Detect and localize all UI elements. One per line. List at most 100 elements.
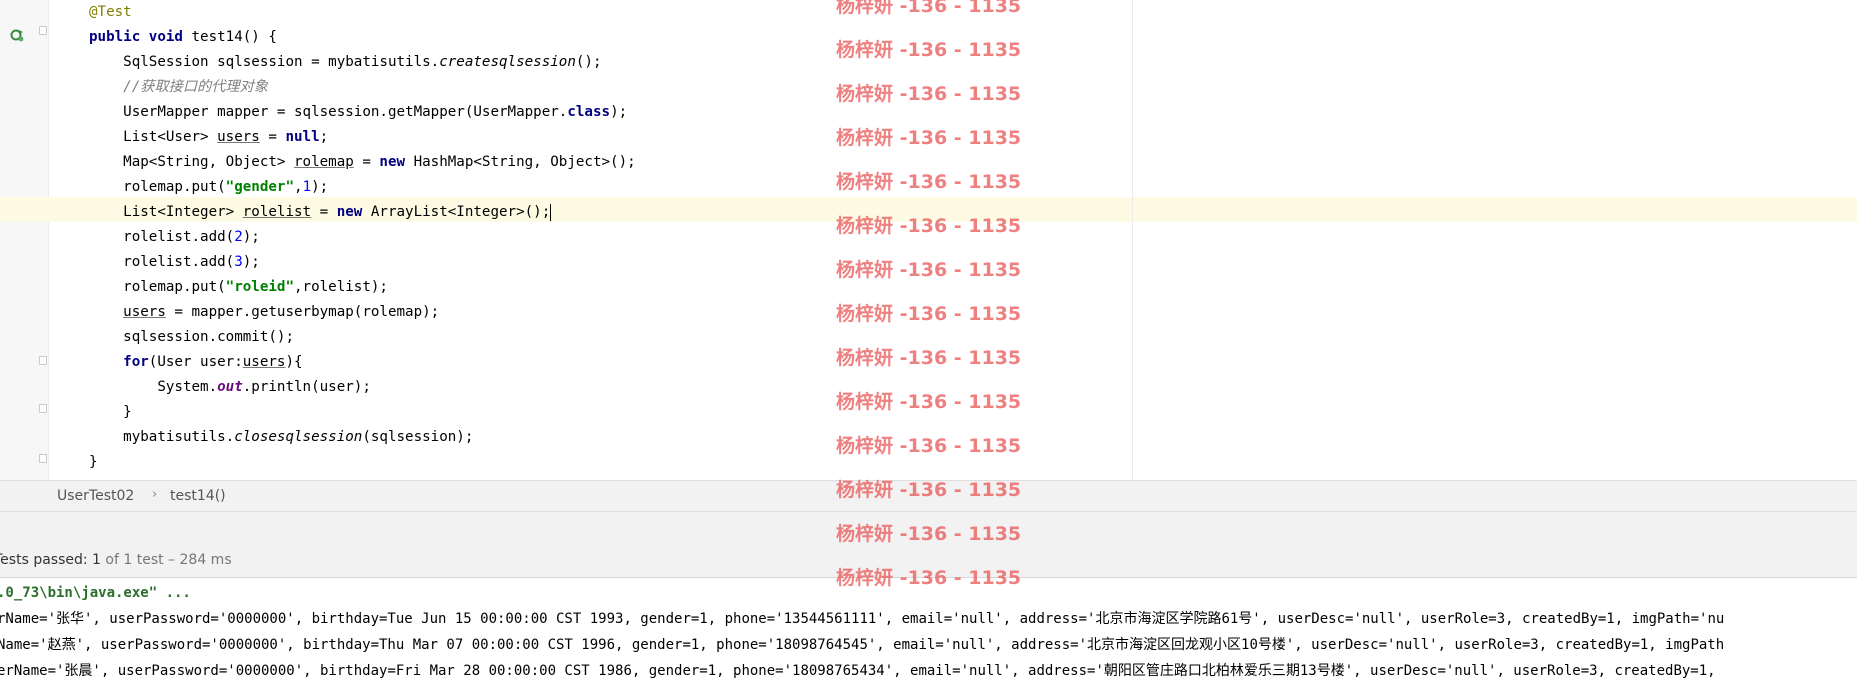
code-token: (User user: [148, 354, 243, 370]
code-token: ); [242, 254, 260, 270]
code-token: out [217, 379, 243, 395]
code-token: users [242, 354, 286, 370]
code-token: closesqlsession [234, 429, 363, 445]
console-line: erName='张晨', userPassword='0000000', bir… [0, 663, 1725, 679]
code-token: 1 [302, 179, 312, 195]
code-line[interactable]: //获取接口的代理对象 [89, 75, 268, 100]
code-token: (sqlsession); [362, 429, 474, 445]
breadcrumb: UserTest02 › test14() [0, 480, 1857, 512]
code-token: users [123, 304, 166, 320]
code-line[interactable]: Map<String, Object> rolemap = new HashMa… [89, 150, 636, 175]
fold-marker-icon[interactable] [39, 454, 47, 463]
console-output[interactable]: .0_73\bin\java.exe" ... rName='张华', user… [0, 578, 1857, 689]
code-token: .println(user); [242, 379, 371, 395]
code-token: ); [311, 179, 329, 195]
code-token: rolemap.put( [89, 279, 226, 295]
console-command-line: .0_73\bin\java.exe" ... [0, 585, 191, 601]
code-line[interactable]: rolemap.put("gender",1); [89, 175, 328, 200]
code-line[interactable]: users = mapper.getuserbymap(rolemap); [89, 300, 439, 325]
editor-gutter [0, 0, 49, 480]
code-line[interactable]: List<User> users = null; [89, 125, 328, 150]
tests-status: Tests passed: 1 of 1 test – 284 ms [0, 552, 232, 568]
code-token: SqlSession sqlsession = mybatisutils. [89, 54, 440, 70]
text-caret [550, 203, 552, 221]
code-token: mybatisutils. [89, 429, 235, 445]
fold-marker-icon[interactable] [39, 26, 47, 35]
code-line[interactable]: @Test [89, 0, 132, 25]
code-line[interactable]: } [89, 400, 132, 425]
code-token: List<Integer> [89, 204, 243, 220]
code-token: new [379, 154, 406, 170]
code-token: 2 [234, 229, 243, 245]
code-token: = [311, 204, 337, 220]
code-token: void [148, 29, 183, 45]
code-token: Map<String, Object> [89, 154, 294, 170]
code-token: ArrayList<Integer>(); [362, 204, 551, 220]
code-line[interactable]: public void test14() { [89, 25, 277, 50]
code-token: test14() { [182, 29, 277, 45]
code-token: sqlsession.commit(); [89, 329, 294, 345]
code-token: rolelist [242, 204, 312, 220]
code-token: ,rolelist); [294, 279, 388, 295]
fold-marker-icon[interactable] [39, 356, 47, 365]
code-token: users [217, 129, 260, 145]
code-line[interactable]: } [89, 450, 98, 475]
code-token: ){ [285, 354, 303, 370]
code-token: "gender" [225, 179, 295, 195]
code-token: UserMapper mapper = sqlsession.getMapper… [89, 104, 568, 120]
code-token: createsqlsession [439, 54, 576, 70]
run-panel: Tests passed: 1 of 1 test – 284 ms [0, 512, 1857, 578]
code-token: new [336, 204, 363, 220]
code-token: = [353, 154, 380, 170]
rerun-test-icon[interactable] [10, 28, 24, 42]
breadcrumb-separator: › [152, 487, 158, 502]
code-token: } [89, 404, 132, 420]
code-line[interactable]: rolemap.put("roleid",rolelist); [89, 275, 388, 300]
code-line[interactable]: for(User user:users){ [89, 350, 303, 375]
code-token: public [89, 29, 141, 45]
code-token: List<User> [89, 129, 218, 145]
code-token: System. [89, 379, 218, 395]
console-line: Name='赵燕', userPassword='0000000', birth… [0, 637, 1725, 653]
code-token: @Test [89, 4, 132, 20]
code-token: rolelist.add( [89, 229, 235, 245]
code-token: "roleid" [225, 279, 295, 295]
console-line: rName='张华', userPassword='0000000', birt… [0, 611, 1725, 627]
code-token: null [285, 129, 320, 145]
code-line[interactable]: System.out.println(user); [89, 375, 371, 400]
code-token: HashMap<String, Object>(); [405, 154, 636, 170]
code-line[interactable]: SqlSession sqlsession = mybatisutils.cre… [89, 50, 602, 75]
code-token: ; [319, 129, 329, 145]
breadcrumb-class[interactable]: UserTest02 [57, 488, 134, 504]
code-token: ); [242, 229, 260, 245]
code-editor[interactable]: @Test public void test14() { SqlSession s… [0, 0, 1857, 480]
code-token: (); [575, 54, 602, 70]
code-line[interactable]: mybatisutils.closesqlsession(sqlsession)… [89, 425, 473, 450]
tests-passed-count: 1 [92, 552, 101, 568]
tests-status-suffix: of 1 test – 284 ms [100, 552, 232, 568]
code-line[interactable]: List<Integer> rolelist = new ArrayList<I… [89, 200, 552, 225]
code-line[interactable]: UserMapper mapper = sqlsession.getMapper… [89, 100, 627, 125]
code-token: for [123, 354, 149, 370]
code-line[interactable]: rolelist.add(3); [89, 250, 260, 275]
code-token: rolemap.put( [89, 179, 226, 195]
right-margin-guide [1132, 0, 1133, 480]
code-token: = mapper.getuserbymap(rolemap); [165, 304, 440, 320]
code-token: class [567, 104, 611, 120]
code-token: //获取接口的代理对象 [123, 79, 268, 95]
code-token: , [294, 179, 303, 195]
code-token: rolelist.add( [89, 254, 235, 270]
code-token: 3 [234, 254, 243, 270]
breadcrumb-method[interactable]: test14() [170, 488, 226, 504]
code-token: ); [610, 104, 628, 120]
code-line[interactable]: sqlsession.commit(); [89, 325, 294, 350]
fold-marker-icon[interactable] [39, 404, 47, 413]
tests-status-prefix: Tests passed: [0, 552, 93, 568]
code-token: rolemap [294, 154, 354, 170]
code-token: } [89, 454, 98, 470]
code-line[interactable]: rolelist.add(2); [89, 225, 260, 250]
